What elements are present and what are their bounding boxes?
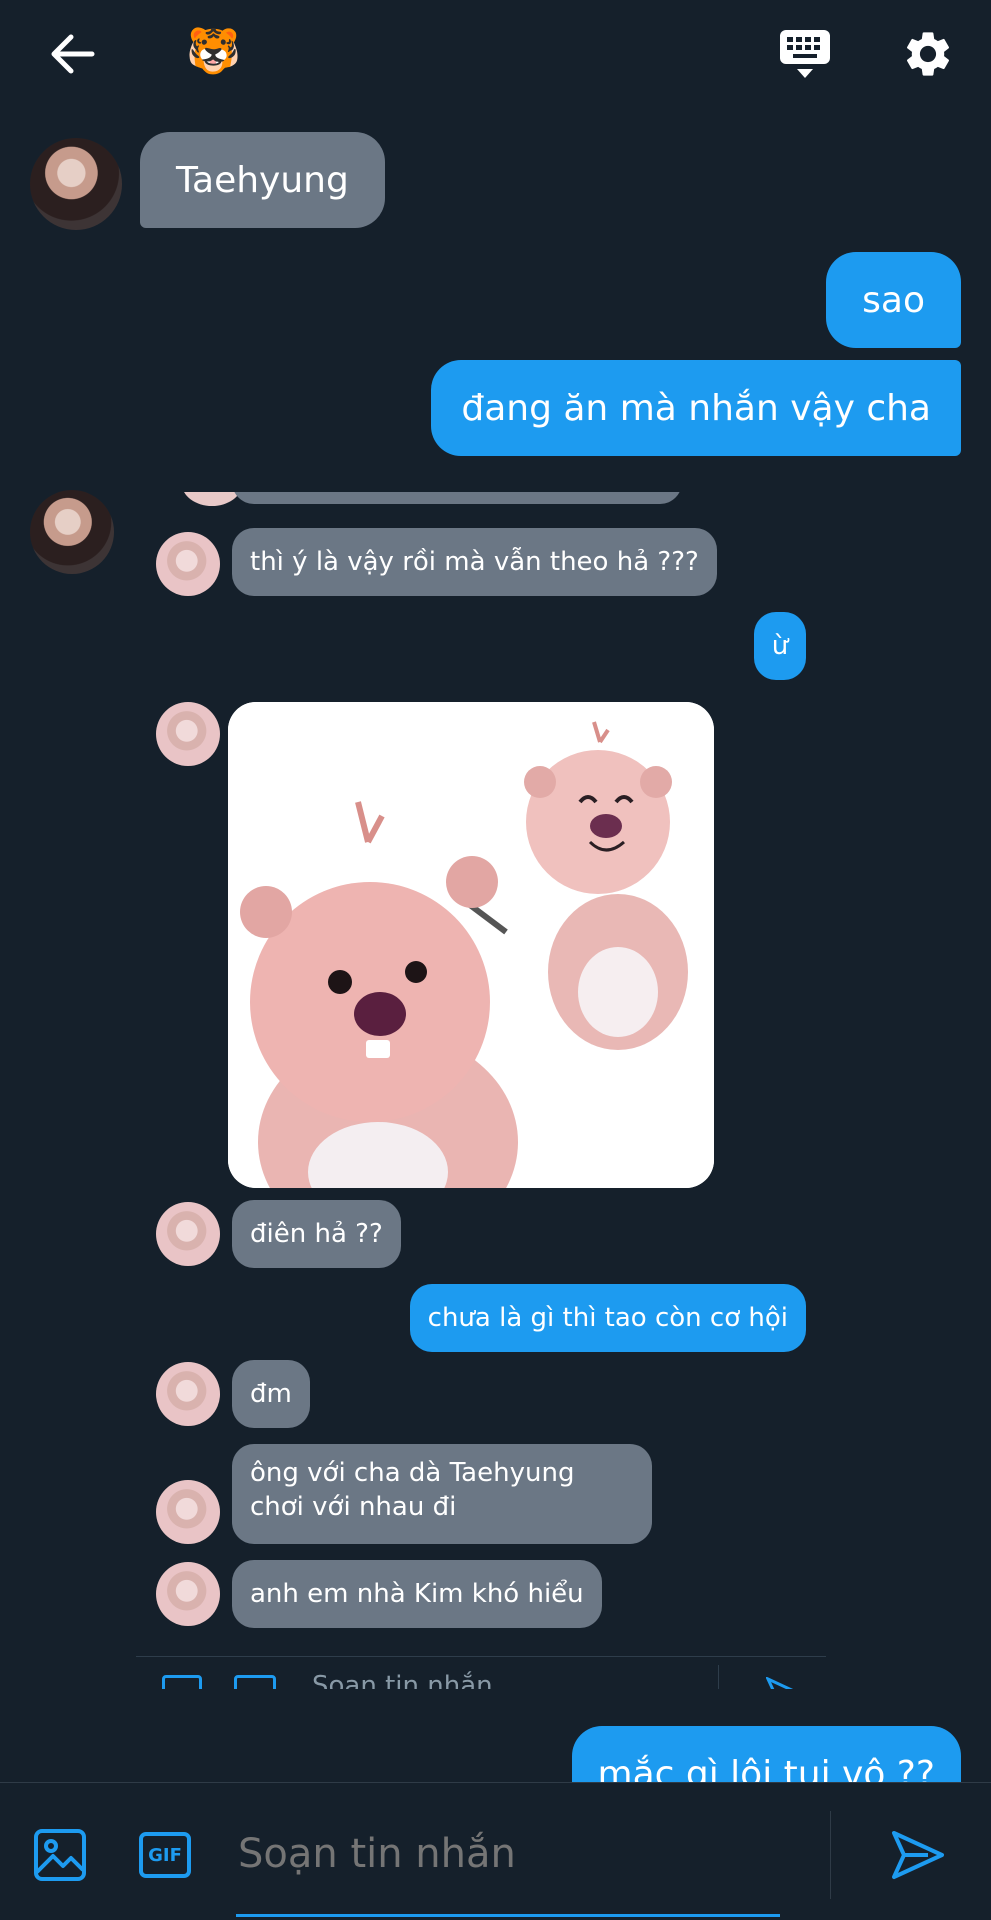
- embedded-avatar: [182, 492, 242, 506]
- send-icon: [892, 1831, 944, 1879]
- image-icon: [34, 1829, 86, 1881]
- embedded-bubble-partial: [232, 492, 682, 504]
- embedded-composer: Soạn tin nhắn: [136, 1657, 826, 1689]
- embedded-send-icon: [766, 1677, 794, 1689]
- sender-avatar[interactable]: [30, 138, 122, 230]
- message-bubble-outgoing[interactable]: đang ăn mà nhắn vậy cha: [431, 360, 961, 456]
- embedded-avatar: [156, 1562, 220, 1626]
- embedded-avatar: [156, 702, 220, 766]
- keyboard-icon: [780, 30, 830, 78]
- message-text: đang ăn mà nhắn vậy cha: [461, 387, 931, 429]
- message-bubble-outgoing[interactable]: mắc gì lôi tui vô ??: [571, 1726, 961, 1783]
- embedded-bubble-outgoing: chưa là gì thì tao còn cơ hội: [409, 1284, 806, 1352]
- embedded-text: thì ý là vậy rồi mà vẫn theo hả ???: [250, 547, 699, 577]
- message-bubble-incoming[interactable]: Taehyung: [140, 132, 385, 228]
- embedded-text: đm: [250, 1379, 292, 1409]
- back-button[interactable]: [40, 26, 104, 82]
- embedded-text: anh em nhà Kim khó hiểu: [250, 1579, 584, 1609]
- beaver-sticker-icon: [228, 702, 714, 1188]
- embedded-divider: [718, 1665, 719, 1689]
- screenshot-image[interactable]: thì ý là vậy rồi mà vẫn theo hả ??? ừ đi…: [130, 492, 830, 1692]
- embedded-bubble-incoming: đm: [232, 1360, 310, 1428]
- embedded-bubble-incoming: ông với cha dà Taehyung chơi với nhau đi: [232, 1444, 652, 1544]
- top-bar: 🐯: [0, 0, 991, 110]
- embedded-avatar: [156, 1362, 220, 1426]
- settings-button[interactable]: [898, 24, 958, 84]
- keyboard-button[interactable]: [774, 26, 836, 82]
- conversation-emoji[interactable]: 🐯: [186, 26, 241, 78]
- embedded-text: ừ: [771, 631, 789, 661]
- message-text: Taehyung: [176, 159, 349, 201]
- send-button[interactable]: [886, 1825, 950, 1885]
- partial-message-area: mắc gì lôi tui vô ??: [0, 1710, 991, 1782]
- embedded-image-icon: [162, 1675, 202, 1689]
- embedded-bubble-incoming: thì ý là vậy rồi mà vẫn theo hả ???: [232, 528, 717, 596]
- message-text: sao: [862, 279, 925, 321]
- embedded-avatar: [156, 532, 220, 596]
- message-input[interactable]: [236, 1813, 780, 1895]
- sender-avatar[interactable]: [30, 490, 114, 574]
- message-text: mắc gì lôi tui vô ??: [597, 1753, 936, 1783]
- embedded-bubble-incoming: điên hả ??: [232, 1200, 401, 1268]
- embedded-avatar: [156, 1480, 220, 1544]
- arrow-left-icon: [51, 34, 95, 74]
- embedded-gif-icon: [234, 1675, 276, 1689]
- embedded-bubble-incoming: anh em nhà Kim khó hiểu: [232, 1560, 602, 1628]
- input-underline: [236, 1914, 780, 1917]
- message-bubble-outgoing[interactable]: sao: [826, 252, 961, 348]
- sticker-image: [228, 702, 714, 1188]
- embedded-text: ông với cha dà Taehyung chơi với nhau đi: [250, 1458, 575, 1522]
- embedded-text: điên hả ??: [250, 1219, 383, 1249]
- gif-icon: GIF: [139, 1832, 191, 1878]
- image-button[interactable]: [32, 1827, 88, 1883]
- embedded-text: chưa là gì thì tao còn cơ hội: [427, 1303, 788, 1333]
- embedded-avatar: [156, 1202, 220, 1266]
- embedded-bubble-outgoing: ừ: [754, 612, 806, 680]
- send-divider: [830, 1811, 831, 1899]
- gif-button[interactable]: GIF: [136, 1827, 194, 1883]
- gear-icon: [906, 32, 950, 76]
- composer-bar: GIF: [0, 1783, 991, 1920]
- embedded-composer-placeholder: Soạn tin nhắn: [312, 1671, 493, 1689]
